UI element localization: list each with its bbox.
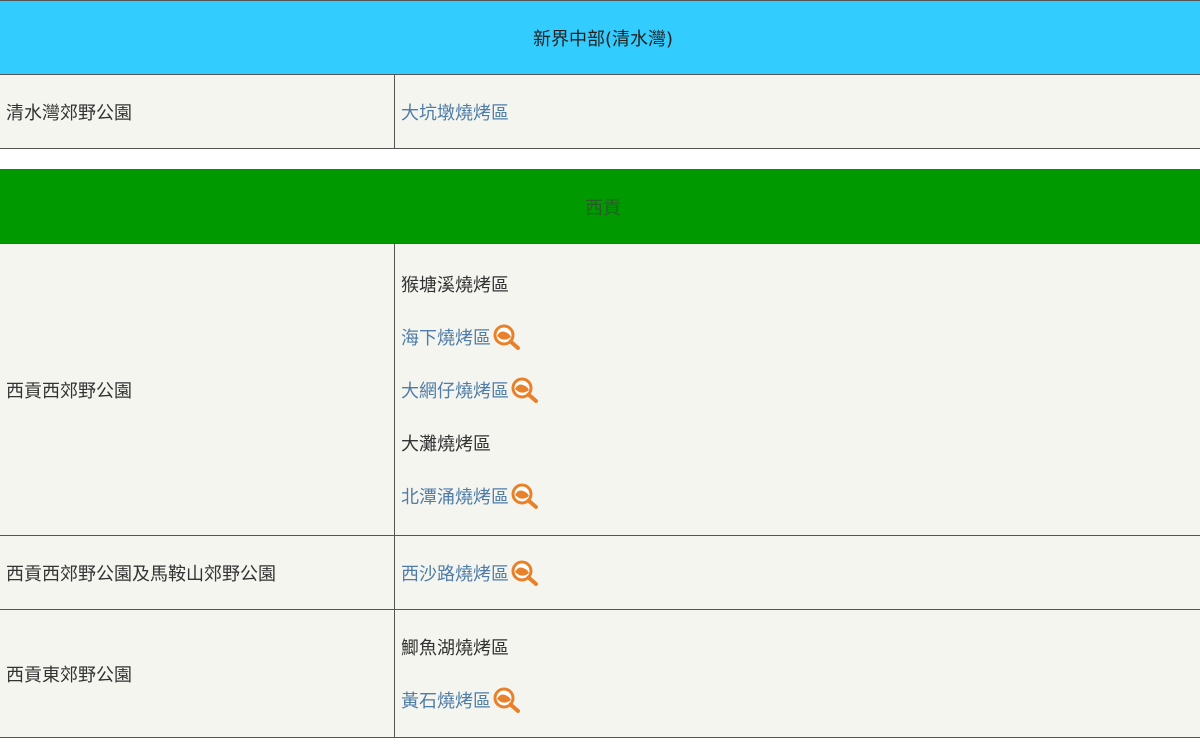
park-name: 西貢東郊野公園 — [0, 609, 395, 738]
site-item[interactable]: 黃石燒烤區 — [401, 674, 1200, 727]
region-title: 西貢 — [0, 169, 1200, 244]
site-link[interactable]: 西沙路燒烤區 — [401, 560, 509, 586]
site-item: 猴塘溪燒烤區 — [401, 257, 1200, 310]
table-row: 西貢東郊野公園 鯽魚湖燒烤區 黃石燒烤區 — [0, 609, 1200, 738]
magnifier-map-icon[interactable] — [510, 377, 540, 403]
site-cell: 鯽魚湖燒烤區 黃石燒烤區 — [394, 609, 1200, 738]
site-label: 大灘燒烤區 — [401, 433, 491, 455]
table-row: 西貢西郊野公園及馬鞍山郊野公園 西沙路燒烤區 — [0, 535, 1200, 610]
site-cell: 西沙路燒烤區 — [394, 535, 1200, 610]
site-link[interactable]: 北潭涌燒烤區 — [401, 483, 509, 509]
table-row: 西貢西郊野公園 猴塘溪燒烤區 海下燒烤區 大網仔燒烤區 大灘燒烤區 北潭涌燒烤區 — [0, 243, 1200, 536]
site-item[interactable]: 大坑墩燒烤區 — [401, 85, 1200, 138]
spacer-row — [0, 148, 1200, 170]
site-cell: 大坑墩燒烤區 — [394, 74, 1200, 149]
park-name: 西貢西郊野公園 — [0, 243, 395, 536]
site-item: 鯽魚湖燒烤區 — [401, 621, 1200, 674]
magnifier-map-icon[interactable] — [510, 483, 540, 509]
region-header-saikung: 西貢 — [0, 169, 1200, 244]
site-label: 鯽魚湖燒烤區 — [401, 638, 509, 659]
park-name: 西貢西郊野公園及馬鞍山郊野公園 — [0, 535, 395, 610]
table-row: 清水灣郊野公園 大坑墩燒烤區 — [0, 74, 1200, 149]
site-item: 大灘燒烤區 — [401, 416, 1200, 469]
magnifier-map-icon[interactable] — [492, 687, 522, 713]
site-link[interactable]: 大網仔燒烤區 — [401, 377, 509, 403]
site-item[interactable]: 西沙路燒烤區 — [401, 546, 1200, 599]
site-link[interactable]: 海下燒烤區 — [401, 324, 491, 350]
site-link[interactable]: 大坑墩燒烤區 — [401, 99, 509, 125]
region-header-central: 新界中部(清水灣) — [0, 0, 1200, 75]
site-item[interactable]: 大網仔燒烤區 — [401, 363, 1200, 416]
region-title: 新界中部(清水灣) — [0, 0, 1200, 75]
site-item[interactable]: 海下燒烤區 — [401, 310, 1200, 363]
site-link[interactable]: 黃石燒烤區 — [401, 687, 491, 713]
park-name: 清水灣郊野公園 — [0, 74, 395, 149]
magnifier-map-icon[interactable] — [492, 324, 522, 350]
site-cell: 猴塘溪燒烤區 海下燒烤區 大網仔燒烤區 大灘燒烤區 北潭涌燒烤區 — [394, 243, 1200, 536]
bbq-sites-table: 新界中部(清水灣) 清水灣郊野公園 大坑墩燒烤區 西貢 西貢西郊野公園 猴塘溪燒… — [0, 0, 1200, 738]
magnifier-map-icon[interactable] — [510, 560, 540, 586]
site-item[interactable]: 北潭涌燒烤區 — [401, 469, 1200, 522]
site-label: 猴塘溪燒烤區 — [401, 274, 509, 296]
